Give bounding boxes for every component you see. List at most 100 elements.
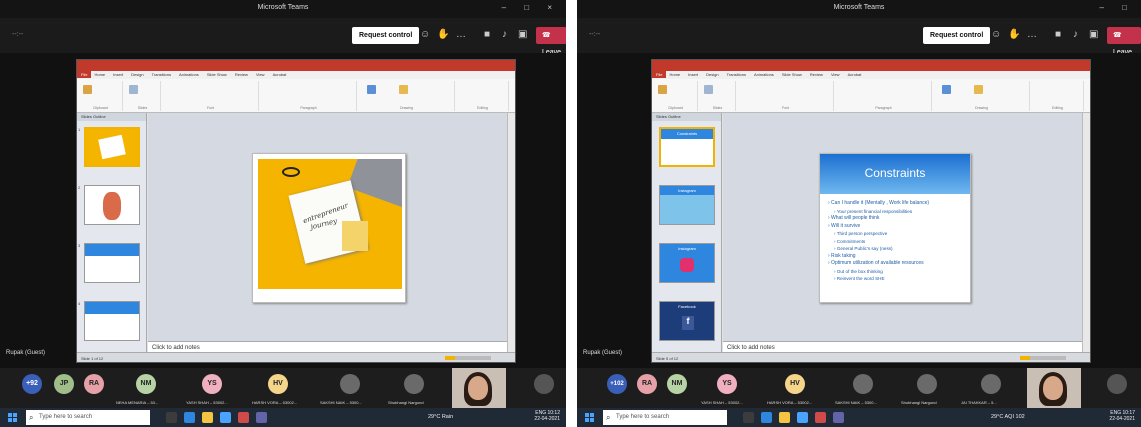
tab-transitions[interactable]: Transitions [152, 72, 171, 77]
weather-widget[interactable]: 29°C Rain [428, 414, 453, 420]
avatar[interactable]: HV [785, 374, 805, 394]
windows-start-icon[interactable] [8, 413, 17, 422]
panel-tabs[interactable]: Slides Outline [77, 113, 146, 121]
edge-icon[interactable] [761, 412, 772, 423]
camera-icon[interactable]: ■ [484, 29, 490, 40]
overflow-count[interactable]: +102 [607, 374, 627, 394]
tab-acrobat[interactable]: Acrobat [273, 72, 287, 77]
slide-thumb-1[interactable] [84, 127, 140, 167]
tab-design[interactable]: Design [131, 72, 143, 77]
avatar[interactable]: RA [84, 374, 104, 394]
request-control-button[interactable]: Request control [352, 27, 420, 44]
raise-hand-icon[interactable]: ✋ [1008, 29, 1020, 40]
file-explorer-icon[interactable] [779, 412, 790, 423]
avatar-photo[interactable] [404, 374, 424, 394]
new-slide-icon[interactable] [704, 85, 713, 94]
tab-slide-show[interactable]: Slide Show [782, 72, 802, 77]
avatar[interactable]: JP [54, 374, 74, 394]
file-explorer-icon[interactable] [202, 412, 213, 423]
paste-icon[interactable] [658, 85, 667, 94]
slide-thumb-facebook[interactable]: Facebook f [659, 301, 715, 341]
leave-button[interactable]: ☎ Leave [536, 27, 566, 56]
avatar[interactable]: HV [268, 374, 288, 394]
presenter-video[interactable] [1027, 368, 1081, 408]
slide-thumb-2[interactable] [84, 185, 140, 225]
ppt-scrollbar[interactable] [1082, 113, 1090, 354]
more-options-icon[interactable]: … [1027, 29, 1037, 40]
raise-hand-icon[interactable]: ✋ [437, 29, 449, 40]
slide-thumb-4[interactable] [84, 301, 140, 341]
slide-thumb-instagram-2[interactable]: Instagram [659, 243, 715, 283]
paste-icon[interactable] [83, 85, 92, 94]
shapes-icon[interactable] [367, 85, 376, 94]
windows-start-icon[interactable] [585, 413, 594, 422]
quick-styles-icon[interactable] [399, 85, 408, 94]
edge-icon[interactable] [184, 412, 195, 423]
avatar[interactable]: RA [637, 374, 657, 394]
tab-file[interactable]: File [652, 71, 667, 78]
powerpoint-icon[interactable] [815, 412, 826, 423]
window-controls[interactable]: – □ [1099, 3, 1135, 12]
tab-file[interactable]: File [77, 71, 92, 78]
tab-review[interactable]: Review [235, 72, 248, 77]
shapes-icon[interactable] [942, 85, 951, 94]
current-slide[interactable]: Constraints › Can I handle it (Mentally … [819, 153, 971, 303]
weather-widget[interactable]: 29°C AQI 102 [991, 414, 1025, 420]
slide-thumb-3[interactable] [84, 243, 140, 283]
ppt-scrollbar[interactable] [507, 113, 515, 354]
avatar[interactable]: YS [717, 374, 737, 394]
tab-acrobat[interactable]: Acrobat [848, 72, 862, 77]
camera-icon[interactable]: ■ [1055, 29, 1061, 40]
powerpoint-icon[interactable] [238, 412, 249, 423]
mic-icon[interactable]: ♪ [502, 29, 507, 40]
zoom-slider[interactable] [445, 356, 491, 360]
avatar[interactable]: NM [136, 374, 156, 394]
taskbar-search[interactable]: ⌕ Type here to search [26, 410, 150, 425]
more-options-icon[interactable]: … [456, 29, 466, 40]
zoom-slider[interactable] [1020, 356, 1066, 360]
window-controls[interactable]: – □ × [502, 3, 560, 12]
avatar-photo[interactable] [917, 374, 937, 394]
teams-icon[interactable] [833, 412, 844, 423]
tab-home[interactable]: Home [94, 72, 105, 77]
store-icon[interactable] [797, 412, 808, 423]
avatar-photo[interactable] [534, 374, 554, 394]
tab-insert[interactable]: Insert [113, 72, 123, 77]
taskbar-search[interactable]: ⌕ Type here to search [603, 410, 727, 425]
tab-review[interactable]: Review [810, 72, 823, 77]
tab-view[interactable]: View [831, 72, 840, 77]
task-view-icon[interactable] [166, 412, 177, 423]
teams-icon[interactable] [256, 412, 267, 423]
tab-animations[interactable]: Animations [179, 72, 199, 77]
reactions-icon[interactable]: ☺ [420, 29, 430, 40]
request-control-button[interactable]: Request control [923, 27, 991, 44]
panel-tabs[interactable]: Slides Outline [652, 113, 721, 121]
slide-thumb-constraints[interactable]: Constraints [659, 127, 715, 167]
slide-thumb-instagram-1[interactable]: Instagram [659, 185, 715, 225]
tab-insert[interactable]: Insert [688, 72, 698, 77]
tab-animations[interactable]: Animations [754, 72, 774, 77]
reactions-icon[interactable]: ☺ [991, 29, 1001, 40]
avatar[interactable]: NM [667, 374, 687, 394]
quick-styles-icon[interactable] [974, 85, 983, 94]
overflow-count[interactable]: +92 [22, 374, 42, 394]
store-icon[interactable] [220, 412, 231, 423]
avatar[interactable]: YS [202, 374, 222, 394]
task-view-icon[interactable] [743, 412, 754, 423]
leave-button[interactable]: ☎ Leave [1107, 27, 1141, 56]
tab-slide-show[interactable]: Slide Show [207, 72, 227, 77]
avatar-photo[interactable] [853, 374, 873, 394]
presenter-video[interactable] [452, 368, 506, 408]
tab-design[interactable]: Design [706, 72, 718, 77]
tab-view[interactable]: View [256, 72, 265, 77]
new-slide-icon[interactable] [129, 85, 138, 94]
share-icon[interactable]: ▣ [1089, 29, 1098, 40]
tab-home[interactable]: Home [669, 72, 680, 77]
share-icon[interactable]: ▣ [518, 29, 527, 40]
avatar-photo[interactable] [340, 374, 360, 394]
avatar-photo[interactable] [981, 374, 1001, 394]
system-tray[interactable]: ENG 10:12 22-04-2021 [534, 410, 560, 422]
avatar-photo[interactable] [1107, 374, 1127, 394]
mic-icon[interactable]: ♪ [1073, 29, 1078, 40]
tab-transitions[interactable]: Transitions [727, 72, 746, 77]
